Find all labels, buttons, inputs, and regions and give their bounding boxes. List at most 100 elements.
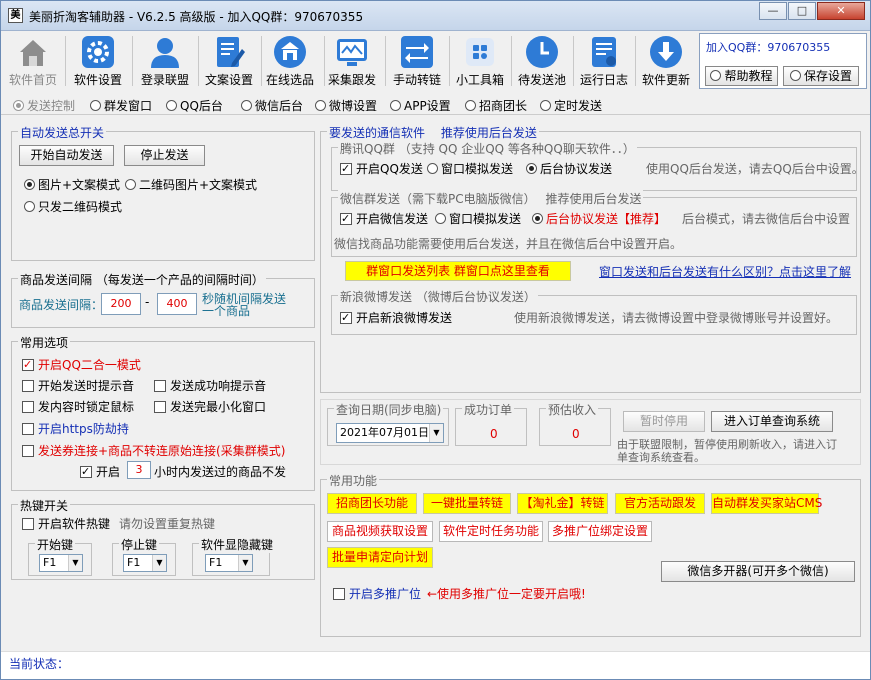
common-options-legend: 常用选项 bbox=[18, 334, 71, 351]
multi-pid-label: 开启多推广位 bbox=[349, 587, 422, 601]
batch-apply-plan-button[interactable]: 批量申请定向计划 bbox=[327, 547, 433, 568]
tab-group-window[interactable]: 群发窗口 bbox=[90, 97, 152, 114]
channels-legend-text: 要发送的通信软件 bbox=[329, 126, 426, 140]
success-prompt-checkbox[interactable]: 发送成功响提示音 bbox=[154, 377, 266, 394]
product-video-settings-button[interactable]: 商品视频获取设置 bbox=[327, 521, 433, 542]
tab-send-control[interactable]: 发送控制 bbox=[13, 97, 75, 114]
query-date-picker[interactable]: 2021年07月01日 ▼ bbox=[336, 423, 444, 443]
query-date-value: 2021年07月01日 bbox=[340, 426, 429, 439]
checkbox-icon bbox=[22, 423, 34, 435]
wechat-backend-mode-radio[interactable]: 后台协议发送【推荐】 bbox=[532, 210, 666, 227]
toolbar-label: 小工具箱 bbox=[455, 73, 504, 87]
toolbar-run-log-button[interactable]: 运行日志 bbox=[573, 32, 635, 90]
user-icon bbox=[151, 38, 179, 68]
batch-convert-button[interactable]: 一键批量转链 bbox=[423, 493, 511, 514]
qq-2in1-label: 开启QQ二合一模式 bbox=[38, 358, 141, 372]
checkbox-icon bbox=[80, 466, 92, 478]
stop-send-button[interactable]: 停止发送 bbox=[124, 145, 205, 166]
taolijin-convert-button[interactable]: 【淘礼金】转链 bbox=[517, 493, 608, 514]
main-toolbar: 软件首页 软件设置 登录联盟 文案设置 在线选品 采集跟发 手动转链 小工具箱 … bbox=[5, 32, 697, 90]
auto-mass-cms-button[interactable]: 自动群发买家站CMS bbox=[711, 493, 822, 514]
orders-area: 查询日期(同步电脑) 2021年07月01日 ▼ 成功订单 0 预估收入 0 暂时… bbox=[320, 399, 861, 465]
status-label: 当前状态： bbox=[9, 657, 70, 671]
coupon-link-checkbox[interactable]: 发送券连接+商品不转连原始连接(采集群模式) bbox=[22, 442, 285, 459]
toolbar-toolbox-button[interactable]: 小工具箱 bbox=[449, 32, 511, 90]
tab-qq-backend[interactable]: QQ后台 bbox=[166, 97, 223, 114]
scheduled-task-button[interactable]: 软件定时任务功能 bbox=[439, 521, 543, 542]
dedupe-hours-input[interactable]: 3 bbox=[127, 461, 151, 479]
save-settings-button[interactable]: 保存设置 bbox=[783, 66, 859, 86]
qq-enable-checkbox[interactable]: 开启QQ发送 bbox=[340, 160, 423, 177]
toolbar-online-select-button[interactable]: 在线选品 bbox=[259, 32, 321, 90]
toolbox-icon bbox=[466, 38, 494, 66]
estimated-income-value: 0 bbox=[572, 427, 580, 441]
dedupe-enable-checkbox[interactable]: 开启 bbox=[80, 463, 120, 480]
official-activity-follow-button[interactable]: 官方活动跟发 bbox=[615, 493, 705, 514]
toolbar-login-button[interactable]: 登录联盟 bbox=[135, 32, 195, 90]
tab-merchant-leader[interactable]: 招商团长 bbox=[465, 97, 527, 114]
interval-min-input[interactable]: 200 bbox=[101, 293, 141, 315]
close-button[interactable]: ✕ bbox=[817, 2, 865, 20]
main-window: 美 美丽折淘客辅助器 - V6.2.5 高级版 - 加入QQ群：97067035… bbox=[0, 0, 871, 680]
checkbox-icon bbox=[22, 518, 34, 530]
checkbox-icon bbox=[340, 312, 352, 324]
qq-backend-mode-radio[interactable]: 后台协议发送 bbox=[526, 160, 612, 177]
mode-qr-text-radio[interactable]: 二维码图片+文案模式 bbox=[125, 176, 257, 193]
wechat-multi-open-button[interactable]: 微信多开器(可开多个微信) bbox=[661, 561, 855, 582]
mode-image-text-radio[interactable]: 图片+文案模式 bbox=[24, 176, 120, 193]
tab-bar: 发送控制 群发窗口 QQ后台 微信后台 微博设置 APP设置 招商团长 定时发送 bbox=[1, 93, 870, 115]
toolbar-copy-settings-button[interactable]: 文案设置 bbox=[199, 32, 259, 90]
wechat-legend-text: 微信群发送（需下载PC电脑版微信） bbox=[340, 192, 530, 206]
hotkey-enable-label: 开启软件热键 bbox=[38, 517, 111, 531]
toolbar-label: 手动转链 bbox=[392, 73, 441, 87]
toggle-key-select[interactable]: F1 ▼ bbox=[205, 554, 253, 572]
log-icon bbox=[592, 37, 616, 67]
pause-refresh-button[interactable]: 暂时停用 bbox=[623, 411, 705, 432]
start-prompt-checkbox[interactable]: 开始发送时提示音 bbox=[22, 377, 134, 394]
tab-scheduled-send[interactable]: 定时发送 bbox=[540, 97, 602, 114]
lock-mouse-checkbox[interactable]: 发内容时锁定鼠标 bbox=[22, 398, 134, 415]
wechat-channel-group: 微信群发送（需下载PC电脑版微信） 推荐使用后台发送 开启微信发送 窗口模拟发送… bbox=[331, 190, 857, 257]
start-auto-send-button[interactable]: 开始自动发送 bbox=[19, 145, 114, 166]
radio-icon bbox=[390, 100, 401, 111]
merchant-leader-button[interactable]: 招商团长功能 bbox=[327, 493, 417, 514]
start-key-select[interactable]: F1 ▼ bbox=[39, 554, 83, 572]
tab-label: 定时发送 bbox=[554, 99, 603, 113]
download-icon bbox=[650, 36, 682, 68]
multi-pid-checkbox[interactable]: 开启多推广位 bbox=[333, 585, 421, 602]
tab-app-settings[interactable]: APP设置 bbox=[390, 97, 451, 114]
checkbox-icon bbox=[340, 163, 352, 175]
wechat-window-mode-radio[interactable]: 窗口模拟发送 bbox=[435, 210, 521, 227]
toolbar-collect-follow-button[interactable]: 采集跟发 bbox=[321, 32, 383, 90]
success-prompt-label: 发送成功响提示音 bbox=[170, 379, 267, 393]
tab-label: APP设置 bbox=[404, 99, 451, 113]
toolbar-manual-convert-button[interactable]: 手动转链 bbox=[385, 32, 449, 90]
qq-enable-label: 开启QQ发送 bbox=[356, 162, 423, 176]
hotkey-enable-checkbox[interactable]: 开启软件热键 bbox=[22, 515, 110, 532]
qq-2in1-checkbox[interactable]: 开启QQ二合一模式 bbox=[22, 356, 141, 373]
toolbar-settings-button[interactable]: 软件设置 bbox=[69, 32, 127, 90]
weibo-enable-checkbox[interactable]: 开启新浪微博发送 bbox=[340, 309, 452, 326]
maximize-button[interactable]: □ bbox=[788, 2, 816, 20]
mode-qr-only-radio[interactable]: 只发二维码模式 bbox=[24, 198, 122, 215]
toolbar-home-button[interactable]: 软件首页 bbox=[5, 32, 61, 90]
minimize-after-checkbox[interactable]: 发送完最小化窗口 bbox=[154, 398, 266, 415]
interval-max-input[interactable]: 400 bbox=[157, 293, 197, 315]
group-window-list-button[interactable]: 群窗口发送列表 群窗口点这里查看 bbox=[345, 261, 571, 281]
minimize-button[interactable]: — bbox=[759, 2, 787, 20]
tab-wechat-backend[interactable]: 微信后台 bbox=[241, 97, 303, 114]
multi-pid-binding-button[interactable]: 多推广位绑定设置 bbox=[548, 521, 652, 542]
toolbar-update-button[interactable]: 软件更新 bbox=[635, 32, 697, 90]
wechat-enable-checkbox[interactable]: 开启微信发送 bbox=[340, 210, 428, 227]
tab-weibo-settings[interactable]: 微博设置 bbox=[315, 97, 377, 114]
success-orders-legend: 成功订单 bbox=[462, 401, 515, 418]
stop-key-select[interactable]: F1 ▼ bbox=[123, 554, 167, 572]
send-mode-diff-link[interactable]: 窗口发送和后台发送有什么区别？点击这里了解 bbox=[599, 263, 851, 280]
order-query-system-button[interactable]: 进入订单查询系统 bbox=[711, 411, 833, 432]
help-tutorial-button[interactable]: 帮助教程 bbox=[705, 66, 778, 86]
qq-backend-mode-label: 后台协议发送 bbox=[540, 162, 613, 176]
toolbar-pending-pool-button[interactable]: 待发送池 bbox=[511, 32, 573, 90]
https-hijack-checkbox[interactable]: 开启https防劫持 bbox=[22, 420, 129, 437]
save-settings-label: 保存设置 bbox=[803, 69, 852, 83]
qq-window-mode-radio[interactable]: 窗口模拟发送 bbox=[427, 160, 513, 177]
